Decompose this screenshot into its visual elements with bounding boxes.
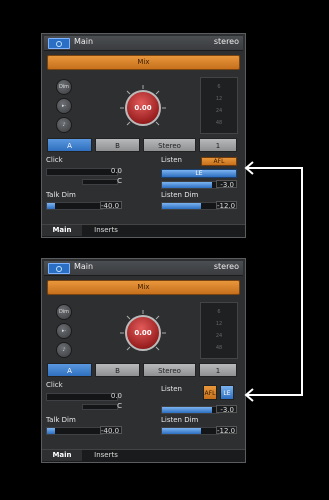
comparison-arrows: [244, 161, 303, 402]
